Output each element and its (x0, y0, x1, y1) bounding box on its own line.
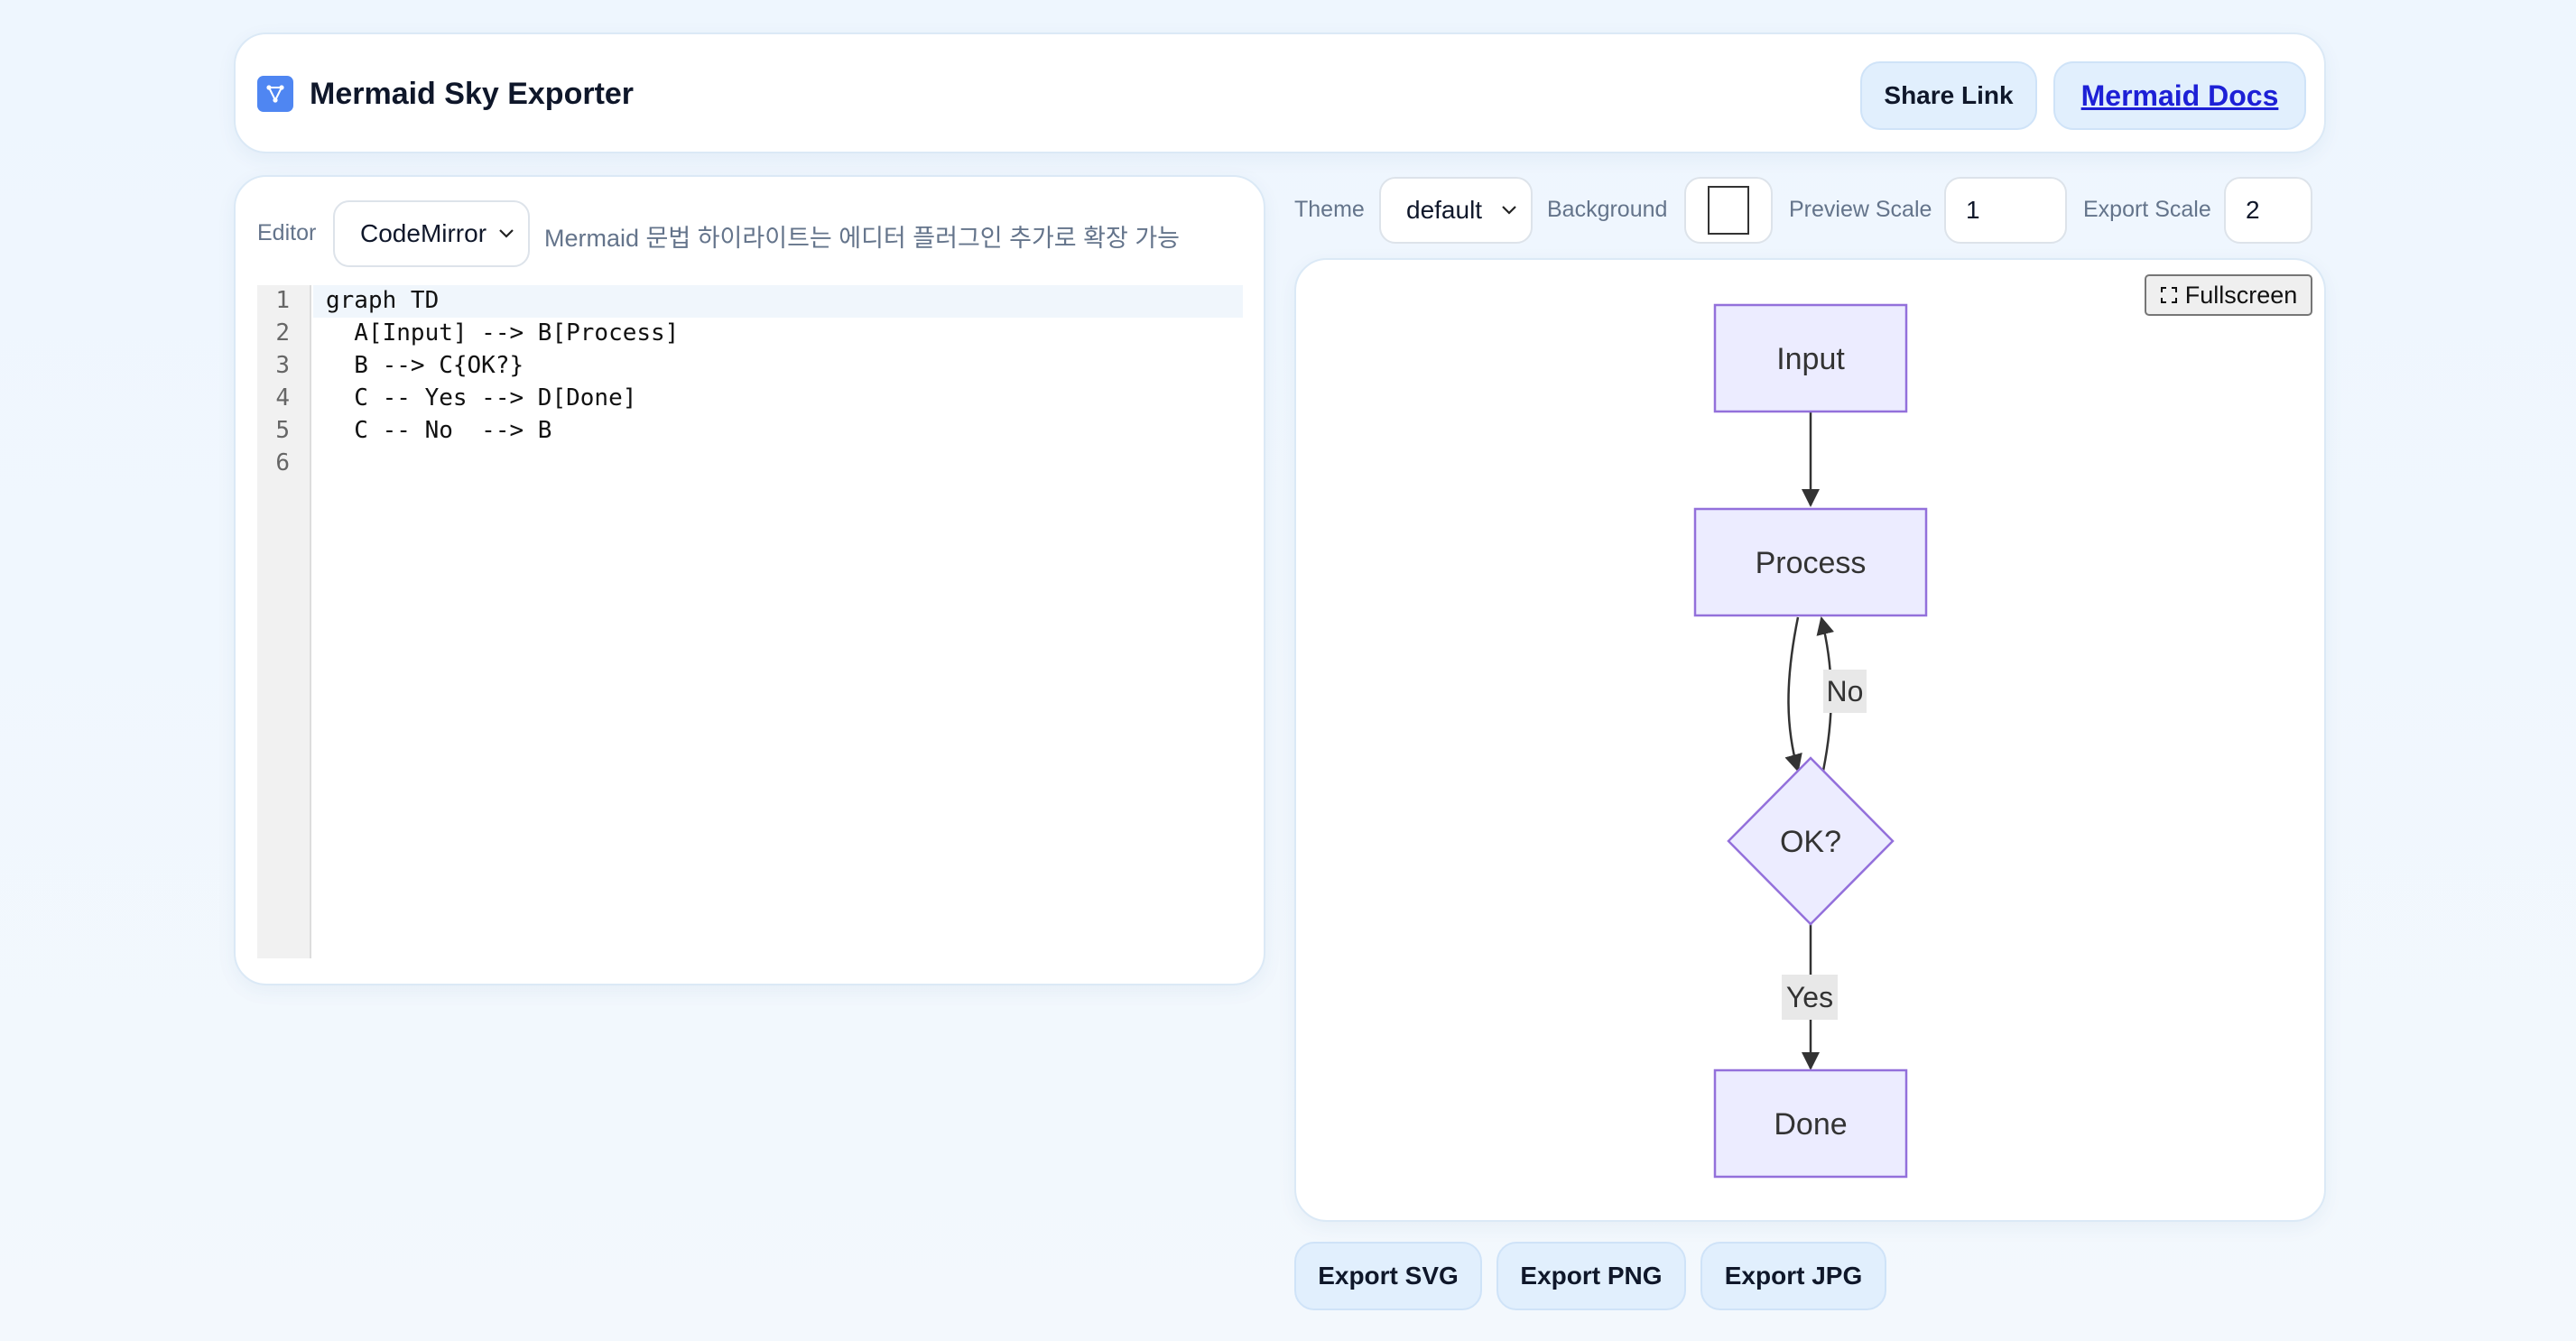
background-color-swatch (1708, 186, 1749, 235)
theme-select-value: default (1406, 196, 1483, 224)
background-label: Background (1547, 197, 1668, 222)
code-line[interactable]: graph TD (326, 287, 439, 314)
line-number-gutter: 1 2 3 4 5 6 (257, 285, 311, 958)
line-number: 6 (275, 449, 290, 476)
edge-label-yes: Yes (1786, 981, 1833, 1013)
edge-label-no: No (1827, 675, 1864, 707)
code-editor[interactable]: 1 2 3 4 5 6 graph TD A[Input] --> B[Proc… (257, 285, 1243, 958)
code-line[interactable]: B --> C{OK?} (326, 352, 524, 379)
code-line[interactable]: C -- Yes --> D[Done] (326, 384, 636, 412)
editor-panel: Editor CodeMirror Mermaid 문법 하이라이트는 에디터 … (234, 175, 1265, 985)
node-input-label: Input (1776, 342, 1845, 376)
active-line-highlight (313, 285, 1243, 318)
chevron-down-icon (1502, 206, 1516, 215)
line-number: 3 (275, 352, 290, 379)
export-scale-label: Export Scale (2083, 197, 2211, 222)
flowchart-diagram: No Yes Input Process OK? Done (1693, 303, 1928, 1179)
app-title: Mermaid Sky Exporter (310, 77, 635, 111)
app-logo-icon (257, 76, 293, 112)
editor-label: Editor (257, 220, 317, 245)
line-number: 1 (275, 287, 290, 314)
mermaid-docs-link[interactable]: Mermaid Docs (2053, 61, 2306, 130)
chevron-down-icon (499, 229, 514, 238)
theme-select[interactable]: default (1379, 177, 1533, 244)
editor-select-value: CodeMirror (360, 219, 487, 247)
node-ok-label: OK? (1780, 825, 1841, 859)
editor-hint: Mermaid 문법 하이라이트는 에디터 플러그인 추가로 확장 가능 (544, 225, 1181, 252)
node-process-label: Process (1756, 546, 1867, 580)
edge-process-ok (1784, 616, 1802, 772)
background-color-picker[interactable] (1684, 177, 1773, 244)
diagram-preview: Fullscreen No Yes Input Process OK? Done (1294, 258, 2326, 1222)
export-png-button[interactable]: Export PNG (1496, 1242, 1686, 1310)
line-number: 2 (275, 319, 290, 347)
export-svg-button[interactable]: Export SVG (1294, 1242, 1482, 1310)
preview-scale-label: Preview Scale (1789, 197, 1932, 222)
export-scale-input[interactable]: 2 (2224, 177, 2312, 244)
code-line[interactable]: A[Input] --> B[Process] (326, 319, 679, 347)
share-link-button[interactable]: Share Link (1860, 61, 2037, 130)
theme-label: Theme (1294, 197, 1365, 222)
app-header: Mermaid Sky Exporter Share Link Mermaid … (234, 32, 2326, 153)
line-number: 4 (275, 384, 290, 412)
line-number: 5 (275, 417, 290, 444)
code-line[interactable]: C -- No --> B (326, 417, 551, 444)
editor-select[interactable]: CodeMirror (333, 200, 530, 267)
export-jpg-button[interactable]: Export JPG (1700, 1242, 1886, 1310)
preview-scale-input[interactable]: 1 (1944, 177, 2067, 244)
node-done-label: Done (1774, 1107, 1847, 1142)
